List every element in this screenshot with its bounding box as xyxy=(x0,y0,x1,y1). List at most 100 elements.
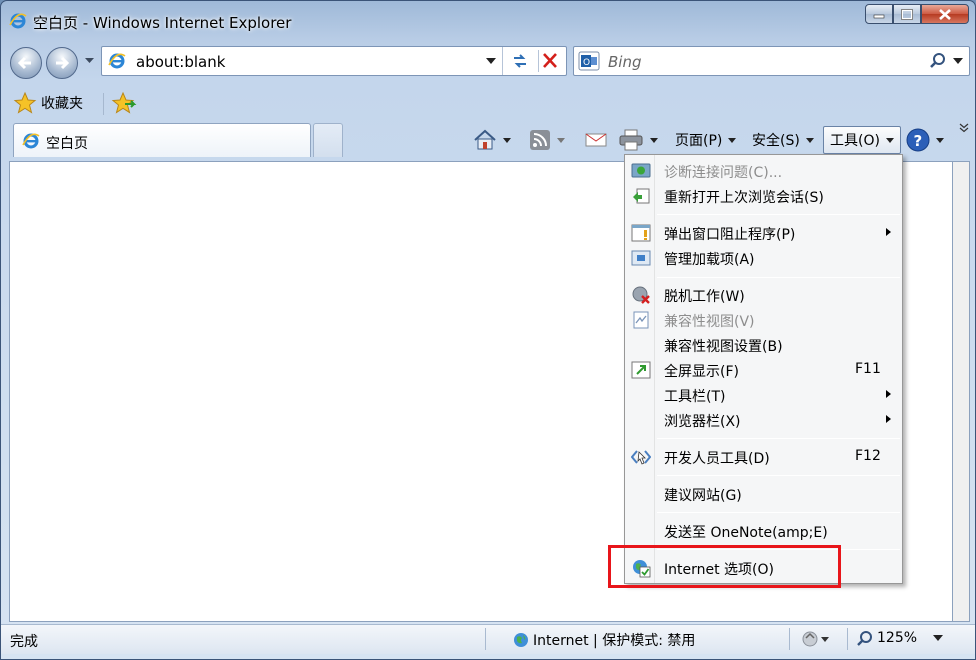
tab-label: 空白页 xyxy=(46,136,88,152)
help-dropdown-icon[interactable] xyxy=(936,137,944,143)
menu-item-reopen-session[interactable]: 重新打开上次浏览会话(S) xyxy=(627,184,900,208)
new-tab-button[interactable] xyxy=(313,123,343,157)
status-separator xyxy=(789,628,790,650)
safety-menu-button[interactable]: 安全(S) xyxy=(752,126,814,154)
tools-dropdown-menu: 诊断连接问题(C)... 重新打开上次浏览会话(S) 弹出窗口阻止程序(P) 管… xyxy=(624,154,903,584)
add-favorite-star-icon xyxy=(111,91,137,114)
tools-menu-button[interactable]: 工具(O) xyxy=(823,126,901,154)
menu-item-full-screen[interactable]: 全屏显示(F) F11 xyxy=(627,358,900,382)
caption-buttons xyxy=(865,4,969,24)
minimize-button[interactable] xyxy=(865,4,893,24)
address-dropdown-icon[interactable] xyxy=(486,58,496,64)
favorites-button[interactable]: 收藏夹 xyxy=(13,91,83,115)
close-button[interactable] xyxy=(921,4,969,24)
menu-item-compatibility-view-settings[interactable]: 兼容性视图设置(B) xyxy=(627,333,900,357)
zoom-dropdown-icon[interactable] xyxy=(933,635,944,641)
menu-item-shortcut: F12 xyxy=(855,448,881,464)
menu-separator xyxy=(657,214,900,215)
home-button[interactable] xyxy=(473,126,511,154)
home-dropdown-icon[interactable] xyxy=(503,137,511,143)
favorites-bar: 收藏夹 xyxy=(1,85,975,121)
back-button[interactable] xyxy=(10,47,42,79)
menu-item-compatibility-view[interactable]: 兼容性视图(V) xyxy=(627,308,900,332)
help-icon: ? xyxy=(906,128,930,152)
reopen-session-icon xyxy=(633,188,650,204)
addons-icon xyxy=(631,250,651,266)
menu-item-developer-tools[interactable]: 开发人员工具(D) F12 xyxy=(627,445,900,469)
fullscreen-icon xyxy=(631,361,651,379)
protected-mode-icon xyxy=(802,631,829,647)
offline-icon xyxy=(632,286,650,304)
menu-item-label: 兼容性视图设置(B) xyxy=(664,339,783,355)
bing-provider-icon: O xyxy=(578,51,600,71)
menu-item-work-offline[interactable]: 脱机工作(W) xyxy=(627,283,900,307)
printer-icon xyxy=(619,129,643,151)
address-separator xyxy=(502,47,503,75)
search-icon[interactable] xyxy=(929,52,947,70)
menu-item-label: 建议网站(G) xyxy=(664,488,742,504)
history-dropdown-icon[interactable] xyxy=(85,58,94,64)
page-dropdown-icon xyxy=(728,137,737,143)
add-to-favorites-bar-button[interactable] xyxy=(111,91,137,119)
refresh-icon[interactable] xyxy=(510,51,530,71)
menu-item-suggested-sites[interactable]: 建议网站(G) xyxy=(627,482,900,506)
home-icon xyxy=(474,129,496,150)
stop-button[interactable] xyxy=(538,50,562,72)
read-mail-button[interactable] xyxy=(585,126,607,154)
zoom-control[interactable]: 125% xyxy=(857,630,944,646)
forward-arrow-icon xyxy=(56,56,70,70)
menu-item-send-to-onenote[interactable]: 发送至 OneNote(amp;E) xyxy=(627,519,900,543)
menu-item-manage-addons[interactable]: 管理加载项(A) xyxy=(627,246,900,270)
window-title: 空白页 - Windows Internet Explorer xyxy=(33,14,292,32)
feeds-dropdown-icon[interactable] xyxy=(557,137,565,143)
tab-blank-page[interactable]: 空白页 xyxy=(13,123,311,157)
zoom-level: 125% xyxy=(877,630,918,646)
search-input[interactable]: Bing xyxy=(608,53,642,71)
menu-item-label: 兼容性视图(V) xyxy=(664,314,755,330)
globe-icon xyxy=(514,633,528,647)
safety-menu-label: 安全(S) xyxy=(752,133,800,149)
stop-icon xyxy=(543,53,557,68)
search-dropdown-icon[interactable] xyxy=(953,58,963,64)
submenu-arrow-icon xyxy=(886,415,891,423)
vertical-scrollbar[interactable] xyxy=(953,161,970,622)
status-text: 完成 xyxy=(10,634,38,650)
highlight-box xyxy=(608,545,841,588)
diagnose-icon xyxy=(631,163,651,178)
chevron-more-icon[interactable] xyxy=(958,123,970,133)
title-bar: 空白页 - Windows Internet Explorer xyxy=(1,1,975,41)
menu-item-popup-blocker[interactable]: 弹出窗口阻止程序(P) xyxy=(627,221,900,245)
feeds-button[interactable] xyxy=(529,126,565,154)
menu-item-label: 发送至 OneNote(amp;E) xyxy=(664,525,828,541)
page-menu-button[interactable]: 页面(P) xyxy=(675,126,737,154)
security-zone[interactable]: Internet | 保护模式: 禁用 xyxy=(513,630,695,650)
popup-blocker-icon xyxy=(631,224,651,242)
dev-tools-icon xyxy=(631,450,651,465)
print-dropdown-icon[interactable] xyxy=(650,137,658,143)
close-icon xyxy=(939,8,951,20)
menu-item-shortcut: F11 xyxy=(855,361,881,377)
address-bar[interactable]: about:blank xyxy=(101,46,567,76)
tools-menu-label: 工具(O) xyxy=(830,133,880,149)
print-button[interactable] xyxy=(618,126,658,154)
forward-button[interactable] xyxy=(46,47,78,79)
favorites-separator xyxy=(103,93,104,115)
maximize-icon xyxy=(901,8,913,20)
help-button[interactable]: ? xyxy=(906,126,944,154)
favorites-star-icon xyxy=(13,91,37,114)
page-icon xyxy=(108,53,126,69)
menu-item-toolbars[interactable]: 工具栏(T) xyxy=(627,383,900,407)
safety-dropdown-icon xyxy=(805,137,814,143)
protected-mode-button[interactable] xyxy=(801,629,831,653)
maximize-button[interactable] xyxy=(893,4,921,24)
address-input[interactable]: about:blank xyxy=(136,53,225,71)
minimize-icon xyxy=(873,14,885,19)
search-box[interactable]: O Bing xyxy=(573,46,970,76)
submenu-arrow-icon xyxy=(886,390,891,398)
menu-item-diagnose-connection[interactable]: 诊断连接问题(C)... xyxy=(627,159,900,183)
svg-text:?: ? xyxy=(914,132,923,150)
rss-feed-icon xyxy=(530,130,550,150)
submenu-arrow-icon xyxy=(886,228,891,236)
menu-item-explorer-bars[interactable]: 浏览器栏(X) xyxy=(627,408,900,432)
status-separator xyxy=(485,628,486,650)
